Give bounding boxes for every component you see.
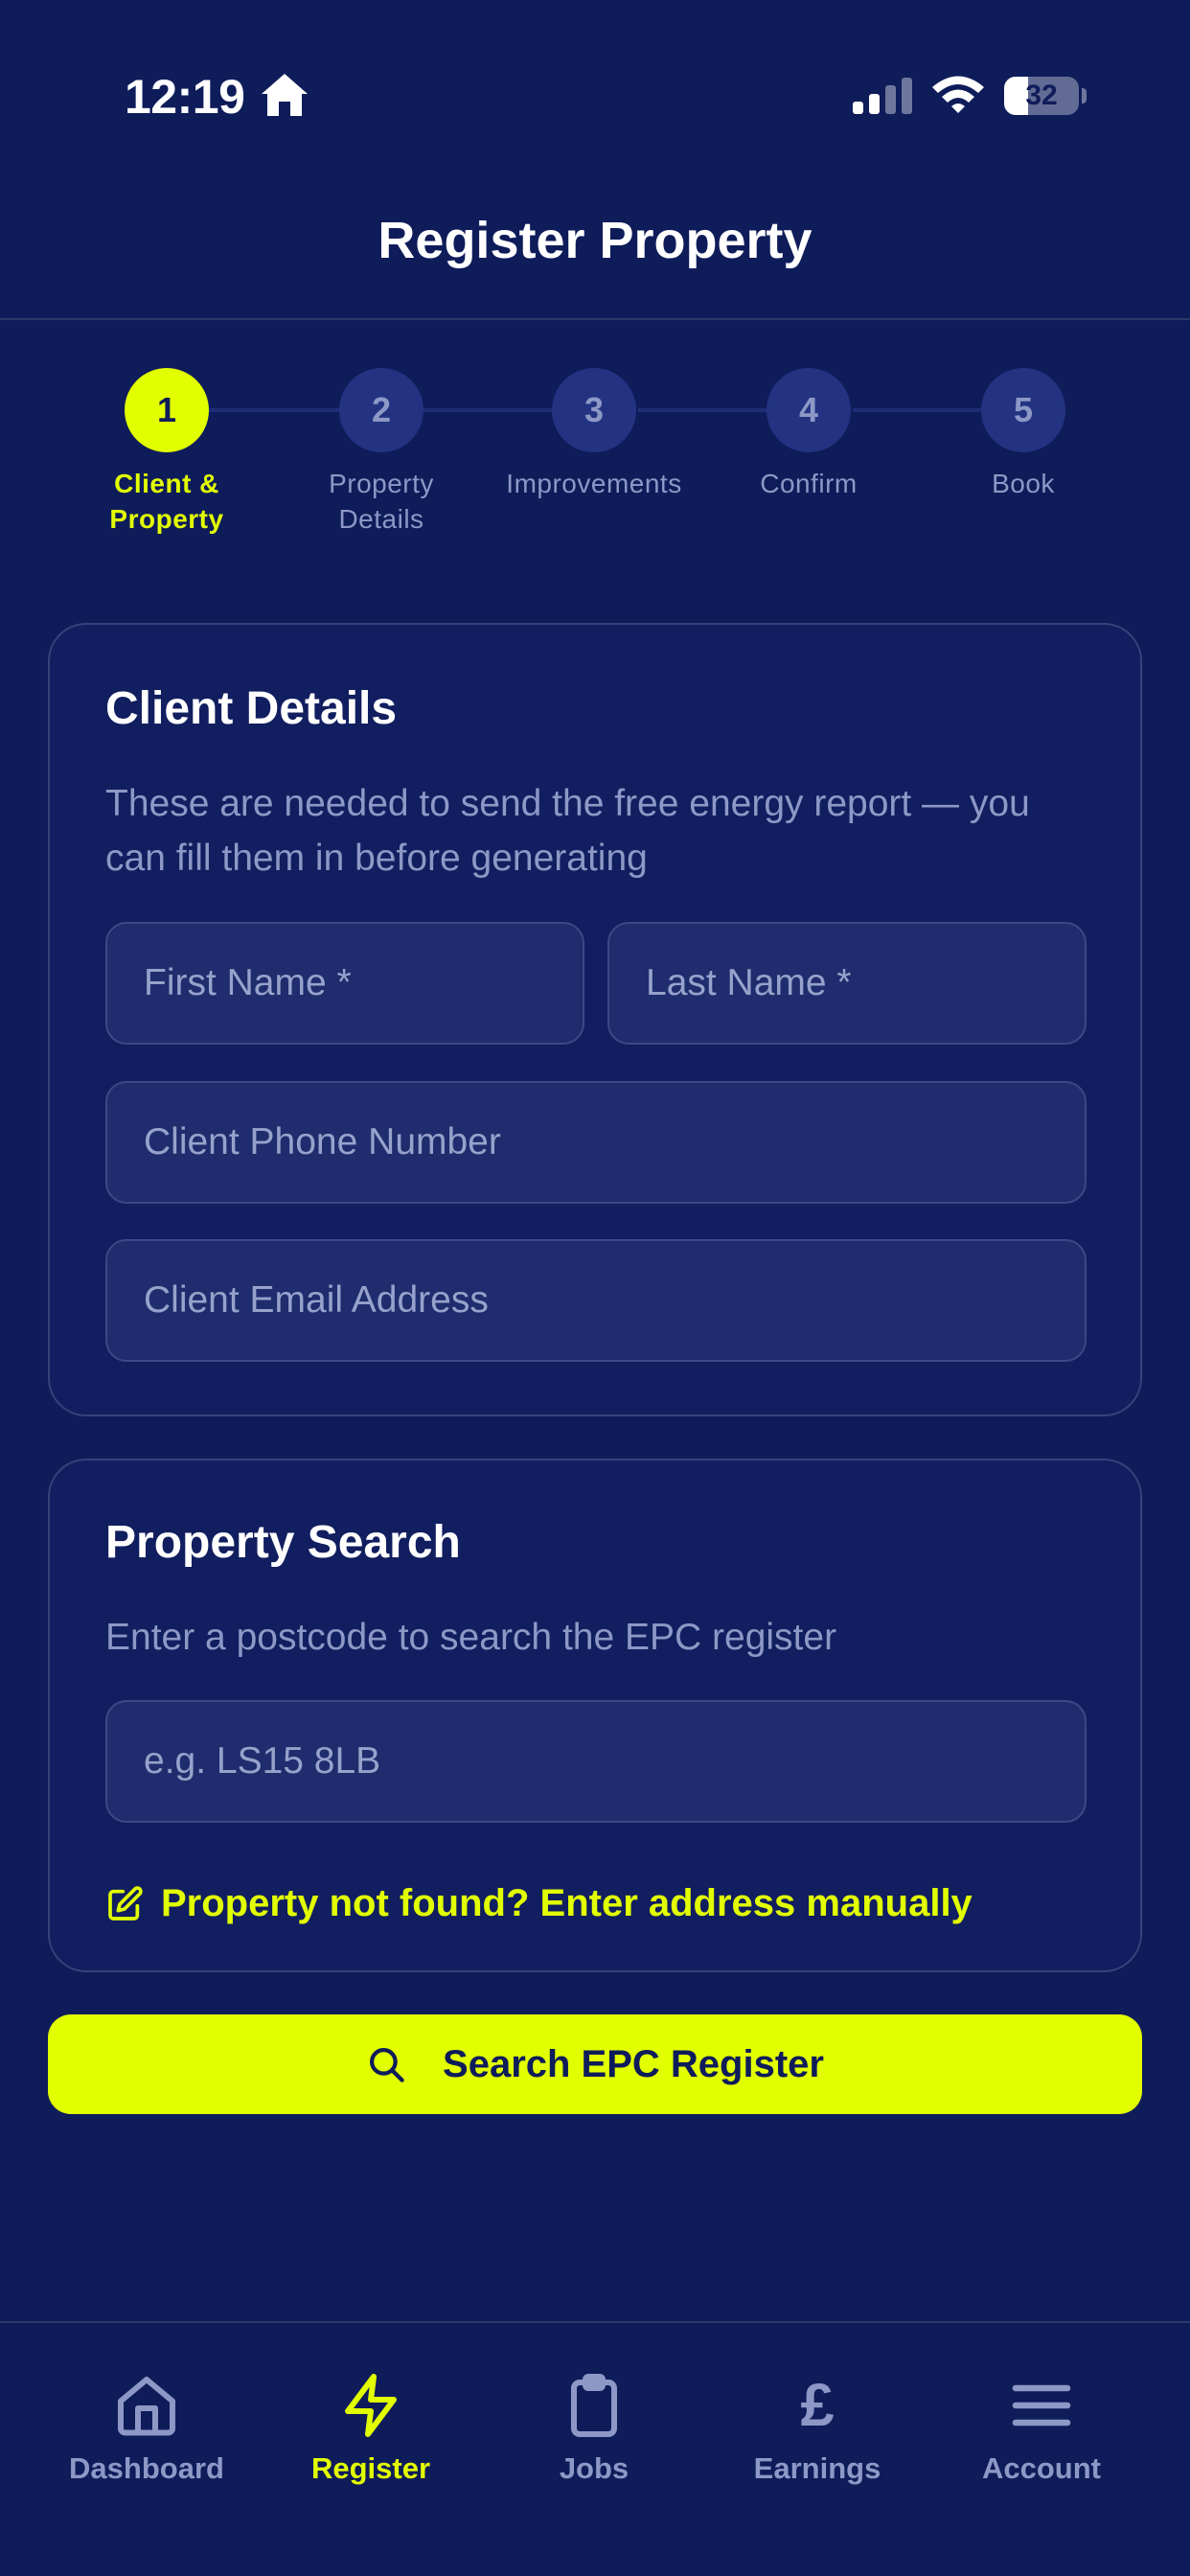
phone-input[interactable] xyxy=(107,1083,1085,1202)
svg-text:£: £ xyxy=(800,2372,834,2439)
step-3[interactable]: 3 Improvements xyxy=(479,368,709,501)
step-label: Property Details xyxy=(329,469,434,534)
page-title: Register Property xyxy=(378,212,812,269)
nav-label: Register xyxy=(310,2451,431,2485)
bottom-navigation: Dashboard Register Jobs £ Earnings Accou… xyxy=(0,2321,1190,2576)
cellular-signal-icon xyxy=(853,78,912,114)
step-label: Client & Property xyxy=(109,469,224,534)
menu-icon xyxy=(1012,2384,1071,2426)
email-field[interactable] xyxy=(105,1239,1087,1362)
pound-icon: £ xyxy=(800,2372,834,2439)
edit-icon xyxy=(108,1885,143,1920)
lightning-icon xyxy=(345,2374,397,2437)
nav-register[interactable]: Register xyxy=(265,2371,476,2486)
home-icon xyxy=(118,2377,175,2436)
home-status-icon xyxy=(262,74,308,116)
step-number: 3 xyxy=(552,368,636,452)
client-details-description: These are needed to send the free energy… xyxy=(105,783,1030,879)
postcode-input[interactable] xyxy=(107,1702,1085,1821)
nav-account[interactable]: Account xyxy=(936,2371,1147,2486)
progress-stepper: 1 Client & Property 2 Property Details 3… xyxy=(0,368,1190,540)
step-number: 4 xyxy=(767,368,851,452)
step-1[interactable]: 1 Client & Property xyxy=(52,368,282,537)
search-icon xyxy=(370,2048,404,2082)
postcode-field[interactable] xyxy=(105,1700,1087,1823)
step-label: Confirm xyxy=(760,469,858,498)
step-number: 5 xyxy=(981,368,1065,452)
step-label: Improvements xyxy=(506,469,682,498)
nav-label: Dashboard xyxy=(69,2451,224,2485)
nav-earnings[interactable]: £ Earnings xyxy=(712,2371,923,2486)
battery-indicator: 32 xyxy=(1004,77,1087,115)
step-number: 1 xyxy=(125,368,209,452)
nav-jobs[interactable]: Jobs xyxy=(489,2371,699,2486)
clipboard-icon xyxy=(571,2374,617,2437)
register-property-screen: 12:19 32 Register Property 1 Client & Pr… xyxy=(0,0,1190,2576)
first-name-field[interactable] xyxy=(105,922,584,1045)
client-details-title: Client Details xyxy=(105,683,398,734)
step-2[interactable]: 2 Property Details xyxy=(266,368,496,537)
step-5[interactable]: 5 Book xyxy=(908,368,1138,501)
client-details-card: Client Details These are needed to send … xyxy=(48,623,1142,1416)
search-epc-button[interactable]: Search EPC Register xyxy=(48,2014,1142,2114)
status-time: 12:19 xyxy=(125,70,245,124)
wifi-icon xyxy=(932,76,984,113)
last-name-field[interactable] xyxy=(607,922,1087,1045)
step-4[interactable]: 4 Confirm xyxy=(694,368,924,501)
search-epc-label: Search EPC Register xyxy=(443,2042,824,2085)
phone-field[interactable] xyxy=(105,1081,1087,1204)
status-bar: 12:19 32 xyxy=(0,0,1190,192)
property-search-title: Property Search xyxy=(105,1517,461,1568)
property-search-description: Enter a postcode to search the EPC regis… xyxy=(105,1617,837,1658)
battery-percentage: 32 xyxy=(1025,80,1058,111)
nav-label: Earnings xyxy=(753,2451,881,2485)
nav-dashboard[interactable]: Dashboard xyxy=(41,2371,252,2486)
manual-address-link[interactable]: Property not found? Enter address manual… xyxy=(105,1882,973,1925)
first-name-input[interactable] xyxy=(107,924,583,1043)
property-search-card: Property Search Enter a postcode to sear… xyxy=(48,1459,1142,1972)
manual-address-label: Property not found? Enter address manual… xyxy=(161,1882,973,1924)
step-number: 2 xyxy=(339,368,423,452)
nav-label: Account xyxy=(982,2451,1101,2485)
step-label: Book xyxy=(992,469,1055,498)
nav-label: Jobs xyxy=(559,2451,629,2485)
last-name-input[interactable] xyxy=(609,924,1085,1043)
email-input[interactable] xyxy=(107,1241,1085,1360)
header-divider xyxy=(0,318,1190,320)
